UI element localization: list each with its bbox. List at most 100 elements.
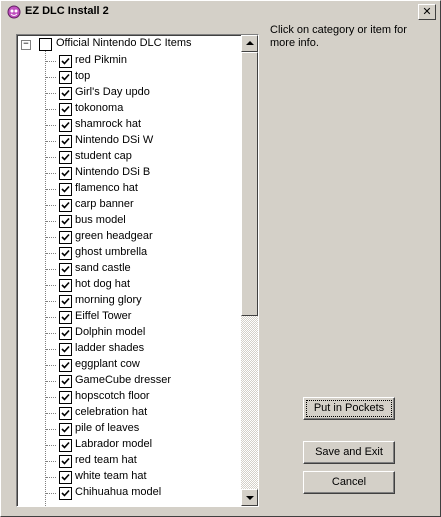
item-checkbox[interactable]: [59, 439, 72, 452]
tree-item[interactable]: Dolphin model: [17, 325, 238, 341]
item-checkbox[interactable]: [59, 247, 72, 260]
tree-item[interactable]: red Pikmin: [17, 53, 238, 69]
collapse-expander-icon[interactable]: −: [21, 40, 31, 50]
item-checkbox[interactable]: [59, 455, 72, 468]
tree-item[interactable]: GameCube dresser: [17, 373, 238, 389]
item-checkbox[interactable]: [59, 391, 72, 404]
item-label[interactable]: pile of leaves: [75, 422, 139, 434]
item-checkbox[interactable]: [59, 199, 72, 212]
item-checkbox[interactable]: [59, 471, 72, 484]
item-checkbox[interactable]: [59, 167, 72, 180]
vertical-scrollbar[interactable]: [241, 35, 258, 506]
tree-item[interactable]: bus model: [17, 213, 238, 229]
tree-item[interactable]: hopscotch floor: [17, 389, 238, 405]
item-checkbox[interactable]: [59, 71, 72, 84]
tree-item[interactable]: red team hat: [17, 453, 238, 469]
tree-item[interactable]: pile of leaves: [17, 421, 238, 437]
item-checkbox[interactable]: [59, 151, 72, 164]
dlc-tree-view[interactable]: − Official Nintendo DLC Items red Pikmin…: [16, 34, 259, 507]
tree-item[interactable]: tokonoma: [17, 101, 238, 117]
checkmark-icon: [61, 121, 70, 129]
item-label[interactable]: Chihuahua model: [75, 486, 161, 498]
item-checkbox[interactable]: [59, 183, 72, 196]
item-checkbox[interactable]: [59, 55, 72, 68]
save-and-exit-button[interactable]: Save and Exit: [303, 441, 395, 464]
tree-item[interactable]: ladder shades: [17, 341, 238, 357]
tree-item[interactable]: shamrock hat: [17, 117, 238, 133]
item-label[interactable]: sand castle: [75, 262, 131, 274]
item-label[interactable]: ghost umbrella: [75, 246, 147, 258]
item-label[interactable]: hot dog hat: [75, 278, 130, 290]
tree-item[interactable]: white team hat: [17, 469, 238, 485]
item-label[interactable]: top: [75, 70, 90, 82]
item-label[interactable]: eggplant cow: [75, 358, 140, 370]
item-label[interactable]: Nintendo DSi B: [75, 166, 150, 178]
item-checkbox[interactable]: [59, 215, 72, 228]
checkmark-icon: [61, 233, 70, 241]
tree-item[interactable]: Nintendo DSi W: [17, 133, 238, 149]
item-label[interactable]: Eiffel Tower: [75, 310, 131, 322]
scroll-up-button[interactable]: [241, 35, 258, 52]
item-label[interactable]: shamrock hat: [75, 118, 141, 130]
tree-item[interactable]: carp banner: [17, 197, 238, 213]
item-label[interactable]: tokonoma: [75, 102, 123, 114]
item-label[interactable]: celebration hat: [75, 406, 147, 418]
cancel-button[interactable]: Cancel: [303, 471, 395, 494]
item-label[interactable]: Girl's Day updo: [75, 86, 150, 98]
item-checkbox[interactable]: [59, 375, 72, 388]
tree-item[interactable]: Eiffel Tower: [17, 309, 238, 325]
tree-item[interactable]: Chihuahua model: [17, 485, 238, 501]
tree-item[interactable]: ghost umbrella: [17, 245, 238, 261]
item-checkbox[interactable]: [59, 103, 72, 116]
tree-item[interactable]: Girl's Day updo: [17, 85, 238, 101]
item-label[interactable]: flamenco hat: [75, 182, 138, 194]
title-bar[interactable]: EZ DLC Install 2 ✕: [3, 3, 438, 21]
item-label[interactable]: Nintendo DSi W: [75, 134, 153, 146]
item-checkbox[interactable]: [59, 231, 72, 244]
scroll-thumb[interactable]: [241, 52, 258, 316]
item-checkbox[interactable]: [59, 135, 72, 148]
item-label[interactable]: red team hat: [75, 454, 137, 466]
scroll-down-button[interactable]: [241, 489, 258, 506]
root-checkbox[interactable]: [39, 38, 52, 51]
item-checkbox[interactable]: [59, 263, 72, 276]
tree-item[interactable]: student cap: [17, 149, 238, 165]
item-label[interactable]: white team hat: [75, 470, 147, 482]
tree-item[interactable]: Labrador model: [17, 437, 238, 453]
tree-item[interactable]: hot dog hat: [17, 277, 238, 293]
item-checkbox[interactable]: [59, 359, 72, 372]
item-label[interactable]: morning glory: [75, 294, 142, 306]
tree-item[interactable]: green headgear: [17, 229, 238, 245]
item-checkbox[interactable]: [59, 295, 72, 308]
item-label[interactable]: Dolphin model: [75, 326, 145, 338]
tree-item[interactable]: morning glory: [17, 293, 238, 309]
tree-item[interactable]: top: [17, 69, 238, 85]
item-checkbox[interactable]: [59, 87, 72, 100]
item-label[interactable]: red Pikmin: [75, 54, 127, 66]
item-label[interactable]: green headgear: [75, 230, 153, 242]
item-label[interactable]: carp banner: [75, 198, 134, 210]
root-label[interactable]: Official Nintendo DLC Items: [56, 37, 192, 49]
tree-branch-line: [46, 77, 56, 78]
item-checkbox[interactable]: [59, 327, 72, 340]
tree-item[interactable]: sand castle: [17, 261, 238, 277]
item-checkbox[interactable]: [59, 279, 72, 292]
tree-item[interactable]: eggplant cow: [17, 357, 238, 373]
tree-item[interactable]: celebration hat: [17, 405, 238, 421]
item-label[interactable]: ladder shades: [75, 342, 144, 354]
item-checkbox[interactable]: [59, 311, 72, 324]
item-checkbox[interactable]: [59, 487, 72, 500]
put-in-pockets-button[interactable]: Put in Pockets: [303, 397, 395, 420]
close-button[interactable]: ✕: [418, 4, 436, 20]
item-label[interactable]: hopscotch floor: [75, 390, 150, 402]
item-checkbox[interactable]: [59, 407, 72, 420]
item-checkbox[interactable]: [59, 343, 72, 356]
item-checkbox[interactable]: [59, 119, 72, 132]
tree-item[interactable]: flamenco hat: [17, 181, 238, 197]
item-label[interactable]: Labrador model: [75, 438, 152, 450]
item-label[interactable]: bus model: [75, 214, 126, 226]
item-label[interactable]: student cap: [75, 150, 132, 162]
item-label[interactable]: GameCube dresser: [75, 374, 171, 386]
item-checkbox[interactable]: [59, 423, 72, 436]
tree-item[interactable]: Nintendo DSi B: [17, 165, 238, 181]
